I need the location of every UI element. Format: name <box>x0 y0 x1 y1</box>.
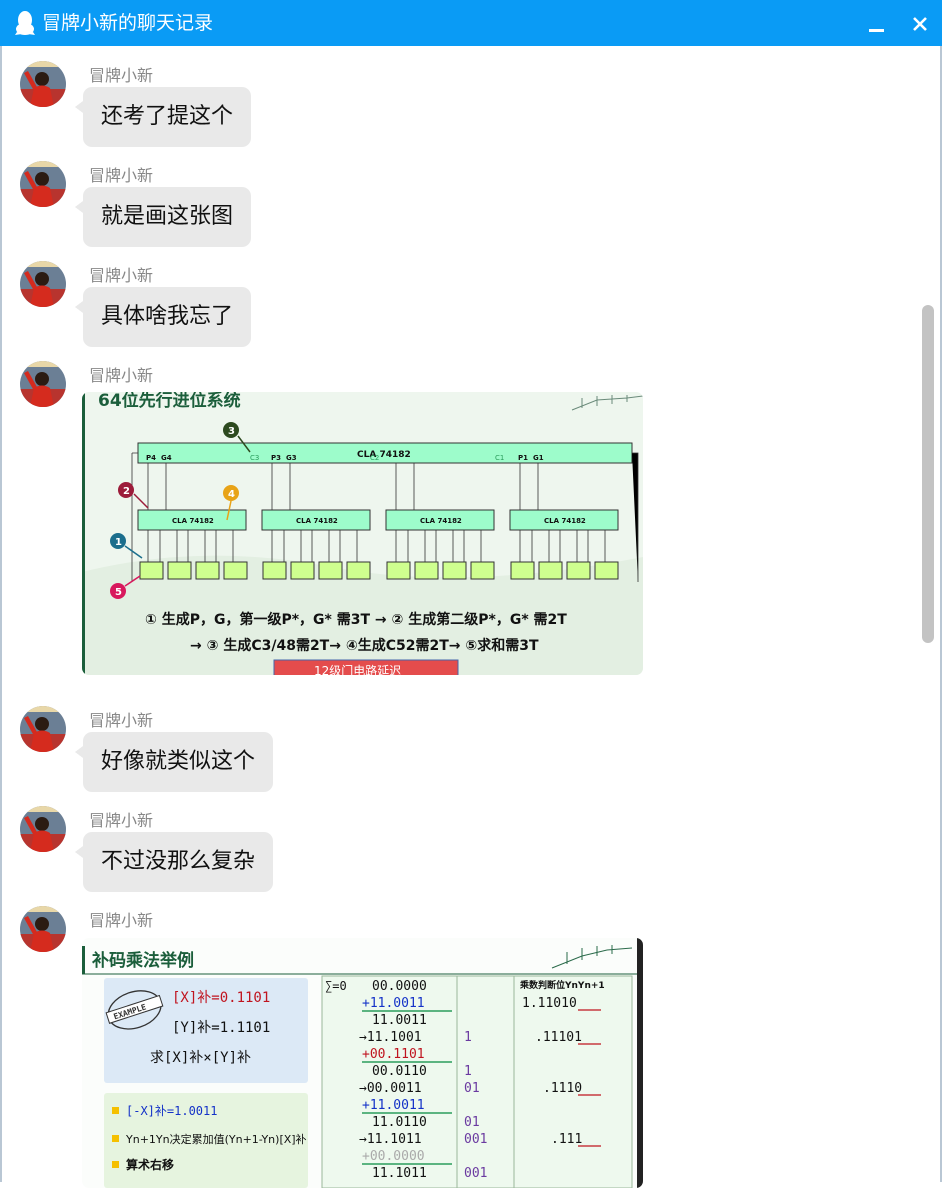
cla-group-label: CLA 74182 <box>420 517 462 525</box>
shift-bits: 01 <box>464 1081 480 1096</box>
calc-row: 11.0110 <box>372 1115 427 1130</box>
message-bubble[interactable]: 好像就类似这个 <box>74 732 274 792</box>
top-label: P4 <box>146 454 156 462</box>
title-bar: 冒牌小新的聊天记录 <box>0 0 942 46</box>
scrollbar-thumb[interactable] <box>922 305 934 643</box>
avatar[interactable] <box>20 161 66 207</box>
marker-2: 2 <box>118 482 134 498</box>
calc-row: 00.0110 <box>372 1064 427 1079</box>
y-complement: [Y]补=1.1101 <box>172 1020 270 1036</box>
window-border-left <box>0 46 2 1182</box>
calc-row: +00.0000 <box>362 1149 425 1164</box>
bullet-3: 算术右移 <box>126 1157 174 1172</box>
slide-button-label: 12级门电路延迟 <box>314 663 401 675</box>
top-label: G3 <box>286 454 297 462</box>
svg-text:4: 4 <box>228 489 235 500</box>
top-label: P3 <box>271 454 281 462</box>
message-bubble[interactable]: 具体啥我忘了 <box>74 287 252 347</box>
shift-bits: 001 <box>464 1166 487 1181</box>
calc-row: →11.1011 <box>359 1132 422 1147</box>
message-bubble[interactable]: 不过没那么复杂 <box>74 832 274 892</box>
multiplier-bits: .1110 <box>543 1081 582 1096</box>
avatar[interactable] <box>20 361 66 407</box>
top-label: G1 <box>533 454 544 462</box>
top-label: C1 <box>495 454 504 462</box>
sender-name: 冒牌小新 <box>89 366 154 385</box>
sender-name: 冒牌小新 <box>89 66 154 85</box>
marker-4: 4 <box>223 485 239 501</box>
sender-name: 冒牌小新 <box>89 711 154 730</box>
top-label: G4 <box>161 454 172 462</box>
calc-row: +11.0011 <box>362 1098 425 1113</box>
shift-bits: 001 <box>464 1132 487 1147</box>
x-complement: [X]补=0.1101 <box>172 990 270 1006</box>
calc-row: 11.0011 <box>372 1013 427 1028</box>
avatar[interactable] <box>20 261 66 307</box>
calc-row: 00.0000 <box>372 979 427 994</box>
cla-group-label: CLA 74182 <box>296 517 338 525</box>
slide-title: 补码乘法举例 <box>91 950 194 971</box>
qq-penguin-icon <box>15 11 35 35</box>
minimize-icon <box>869 29 884 32</box>
avatar[interactable] <box>20 706 66 752</box>
sender-name: 冒牌小新 <box>89 266 154 285</box>
sender-name: 冒牌小新 <box>89 811 154 830</box>
message-bubble[interactable]: 就是画这张图 <box>74 187 252 247</box>
multiplier-bits: .111 <box>551 1132 582 1147</box>
window-title: 冒牌小新的聊天记录 <box>42 12 214 34</box>
calc-row: →00.0011 <box>359 1081 422 1096</box>
message-bubble[interactable]: 还考了提这个 <box>74 87 252 147</box>
svg-text:5: 5 <box>115 587 122 598</box>
question: 求[X]补×[Y]补 <box>150 1050 251 1066</box>
bullet-1: [-X]补=1.0011 <box>126 1104 217 1118</box>
svg-text:1: 1 <box>115 537 122 548</box>
shift-bits: 1 <box>464 1030 472 1045</box>
calc-row: +11.0011 <box>362 996 425 1011</box>
top-label: C3 <box>250 454 259 462</box>
svg-text:2: 2 <box>123 486 130 497</box>
calc-row: +00.1101 <box>362 1047 425 1062</box>
close-button[interactable] <box>906 12 934 38</box>
marker-5: 5 <box>110 583 126 599</box>
avatar[interactable] <box>20 61 66 107</box>
sigma-label: ∑=0 <box>325 979 347 993</box>
image-message-64bit-carry[interactable]: 64位先行进位系统 CLA 74182 P4 G4 C3 P3 G3 C2 C1… <box>82 392 643 675</box>
cla-group-label: CLA 74182 <box>544 517 586 525</box>
sender-name: 冒牌小新 <box>89 166 154 185</box>
multiplier-bits: 1.11010 <box>522 996 577 1011</box>
bullet-2: Yn+1Yn决定累加值(Yn+1-Yn)[X]补 <box>125 1132 307 1146</box>
close-icon <box>913 17 927 31</box>
cla-top-label: CLA 74182 <box>357 450 411 460</box>
slide-title: 64位先行进位系统 <box>98 392 241 411</box>
top-label: P1 <box>518 454 528 462</box>
multiplier-bits: .11101 <box>535 1030 582 1045</box>
sender-name: 冒牌小新 <box>89 911 154 930</box>
image-message-complement-mult[interactable]: 补码乘法举例 EXAMPLE [X]补=0.1101 [Y]补=1.1101 求… <box>82 938 643 1188</box>
calc-row: 11.1011 <box>372 1166 427 1181</box>
avatar[interactable] <box>20 906 66 952</box>
marker-1: 1 <box>110 533 126 549</box>
top-label: C2 <box>370 454 379 462</box>
calc-row: →11.1001 <box>359 1030 422 1045</box>
minimize-button[interactable] <box>862 12 890 36</box>
marker-3: 3 <box>223 422 239 438</box>
shift-bits: 1 <box>464 1064 472 1079</box>
multiplier-header: 乘数判断位YnYn+1 <box>519 979 605 991</box>
slide-text-line2: → ③ 生成C3/48需2T→ ④生成C52需2T→ ⑤求和需3T <box>190 637 539 654</box>
shift-bits: 01 <box>464 1115 480 1130</box>
cla-group-label: CLA 74182 <box>172 517 214 525</box>
svg-text:3: 3 <box>228 426 235 437</box>
slide-text-line1: ① 生成P，G，第一级P*，G* 需3T → ② 生成第二级P*，G* 需2T <box>145 611 567 628</box>
avatar[interactable] <box>20 806 66 852</box>
